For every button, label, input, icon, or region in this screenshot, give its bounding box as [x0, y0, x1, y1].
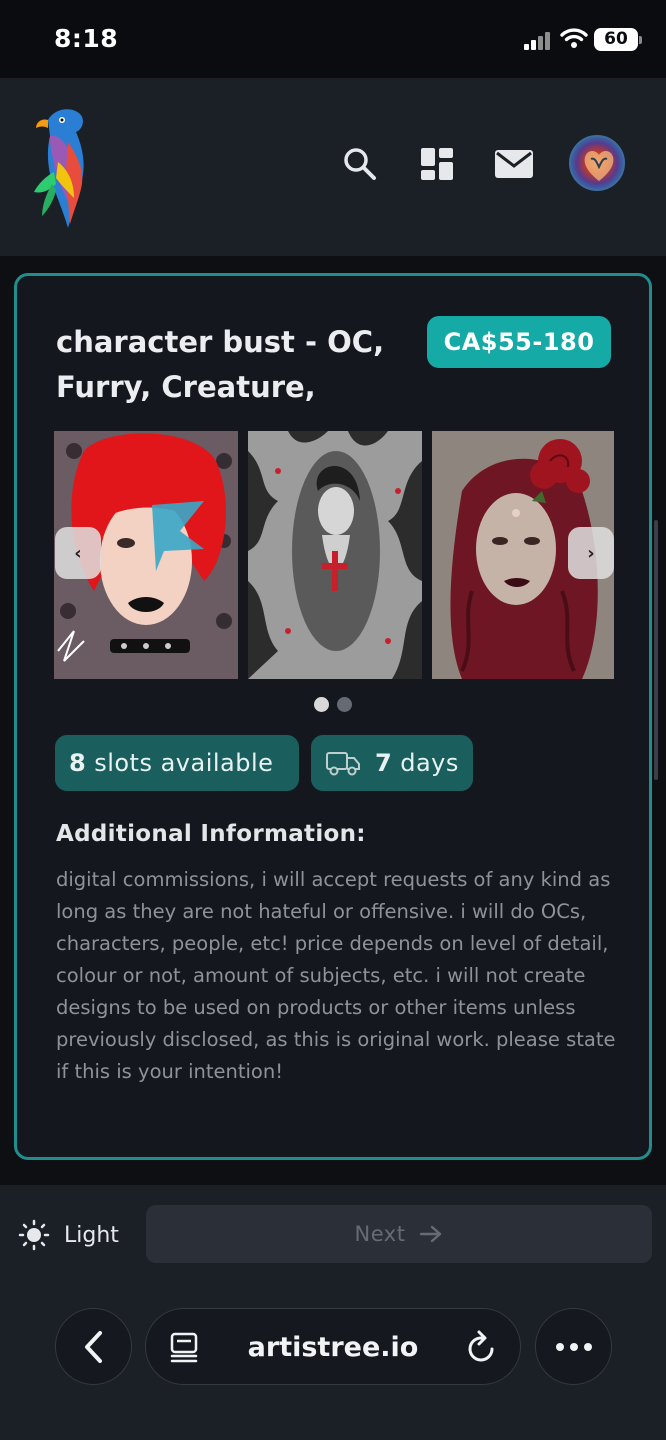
delivery-count: 7: [375, 749, 393, 777]
next-label: Next: [354, 1222, 406, 1246]
page-bottom-bar: Light Next: [0, 1185, 666, 1281]
listing-title: character bust - OC, Furry, Creature,: [56, 325, 385, 404]
slots-label: slots available: [94, 749, 274, 777]
battery-indicator: 60: [594, 28, 642, 51]
reload-icon[interactable]: [466, 1329, 498, 1365]
wifi-icon: [560, 27, 588, 49]
carousel-prev-button[interactable]: ‹: [55, 527, 101, 579]
browser-back-button[interactable]: [55, 1308, 132, 1385]
slots-count: 8: [69, 749, 87, 777]
truck-icon: [325, 749, 361, 777]
theme-label: Light: [64, 1222, 119, 1248]
url-text: artistree.io: [247, 1332, 419, 1363]
browser-toolbar: artistree.io: [0, 1281, 666, 1440]
commission-card: character bust - OC, Furry, Creature, CA…: [14, 273, 652, 1160]
carousel-dot-1[interactable]: [314, 697, 329, 712]
carousel-next-button[interactable]: ›: [568, 527, 614, 579]
mail-icon[interactable]: [492, 142, 536, 186]
status-bar: 8:18 60: [0, 0, 666, 78]
dashboard-icon[interactable]: [415, 142, 459, 186]
parrot-logo-icon[interactable]: [28, 102, 100, 232]
gallery-image[interactable]: [248, 431, 422, 679]
avatar[interactable]: [569, 135, 625, 191]
status-time: 8:18: [54, 24, 119, 53]
address-bar[interactable]: artistree.io: [145, 1308, 521, 1385]
info-heading: Additional Information:: [56, 821, 366, 847]
scrollbar[interactable]: [654, 520, 658, 780]
theme-toggle[interactable]: Light: [18, 1215, 119, 1255]
browser-more-button[interactable]: [535, 1308, 612, 1385]
info-text: digital commissions, i will accept reque…: [56, 868, 616, 1083]
next-button[interactable]: Next: [146, 1205, 652, 1263]
carousel-dots: [314, 697, 352, 712]
price-badge: CA$55-180: [427, 316, 611, 368]
slots-badge: 8 slots available: [55, 735, 299, 791]
app-header: [0, 78, 666, 256]
chevron-left-icon: [82, 1329, 106, 1365]
ellipsis-icon: [554, 1342, 594, 1352]
arrow-right-icon: [419, 1224, 443, 1244]
image-gallery[interactable]: [54, 431, 614, 679]
delivery-label: days: [400, 749, 459, 777]
sun-icon: [18, 1219, 50, 1251]
search-icon[interactable]: [338, 142, 382, 186]
carousel-dot-2[interactable]: [337, 697, 352, 712]
chevron-left-icon: ‹: [74, 542, 82, 564]
delivery-badge: 7 days: [311, 735, 473, 791]
chevron-right-icon: ›: [587, 542, 595, 564]
signal-icon: [524, 32, 554, 50]
